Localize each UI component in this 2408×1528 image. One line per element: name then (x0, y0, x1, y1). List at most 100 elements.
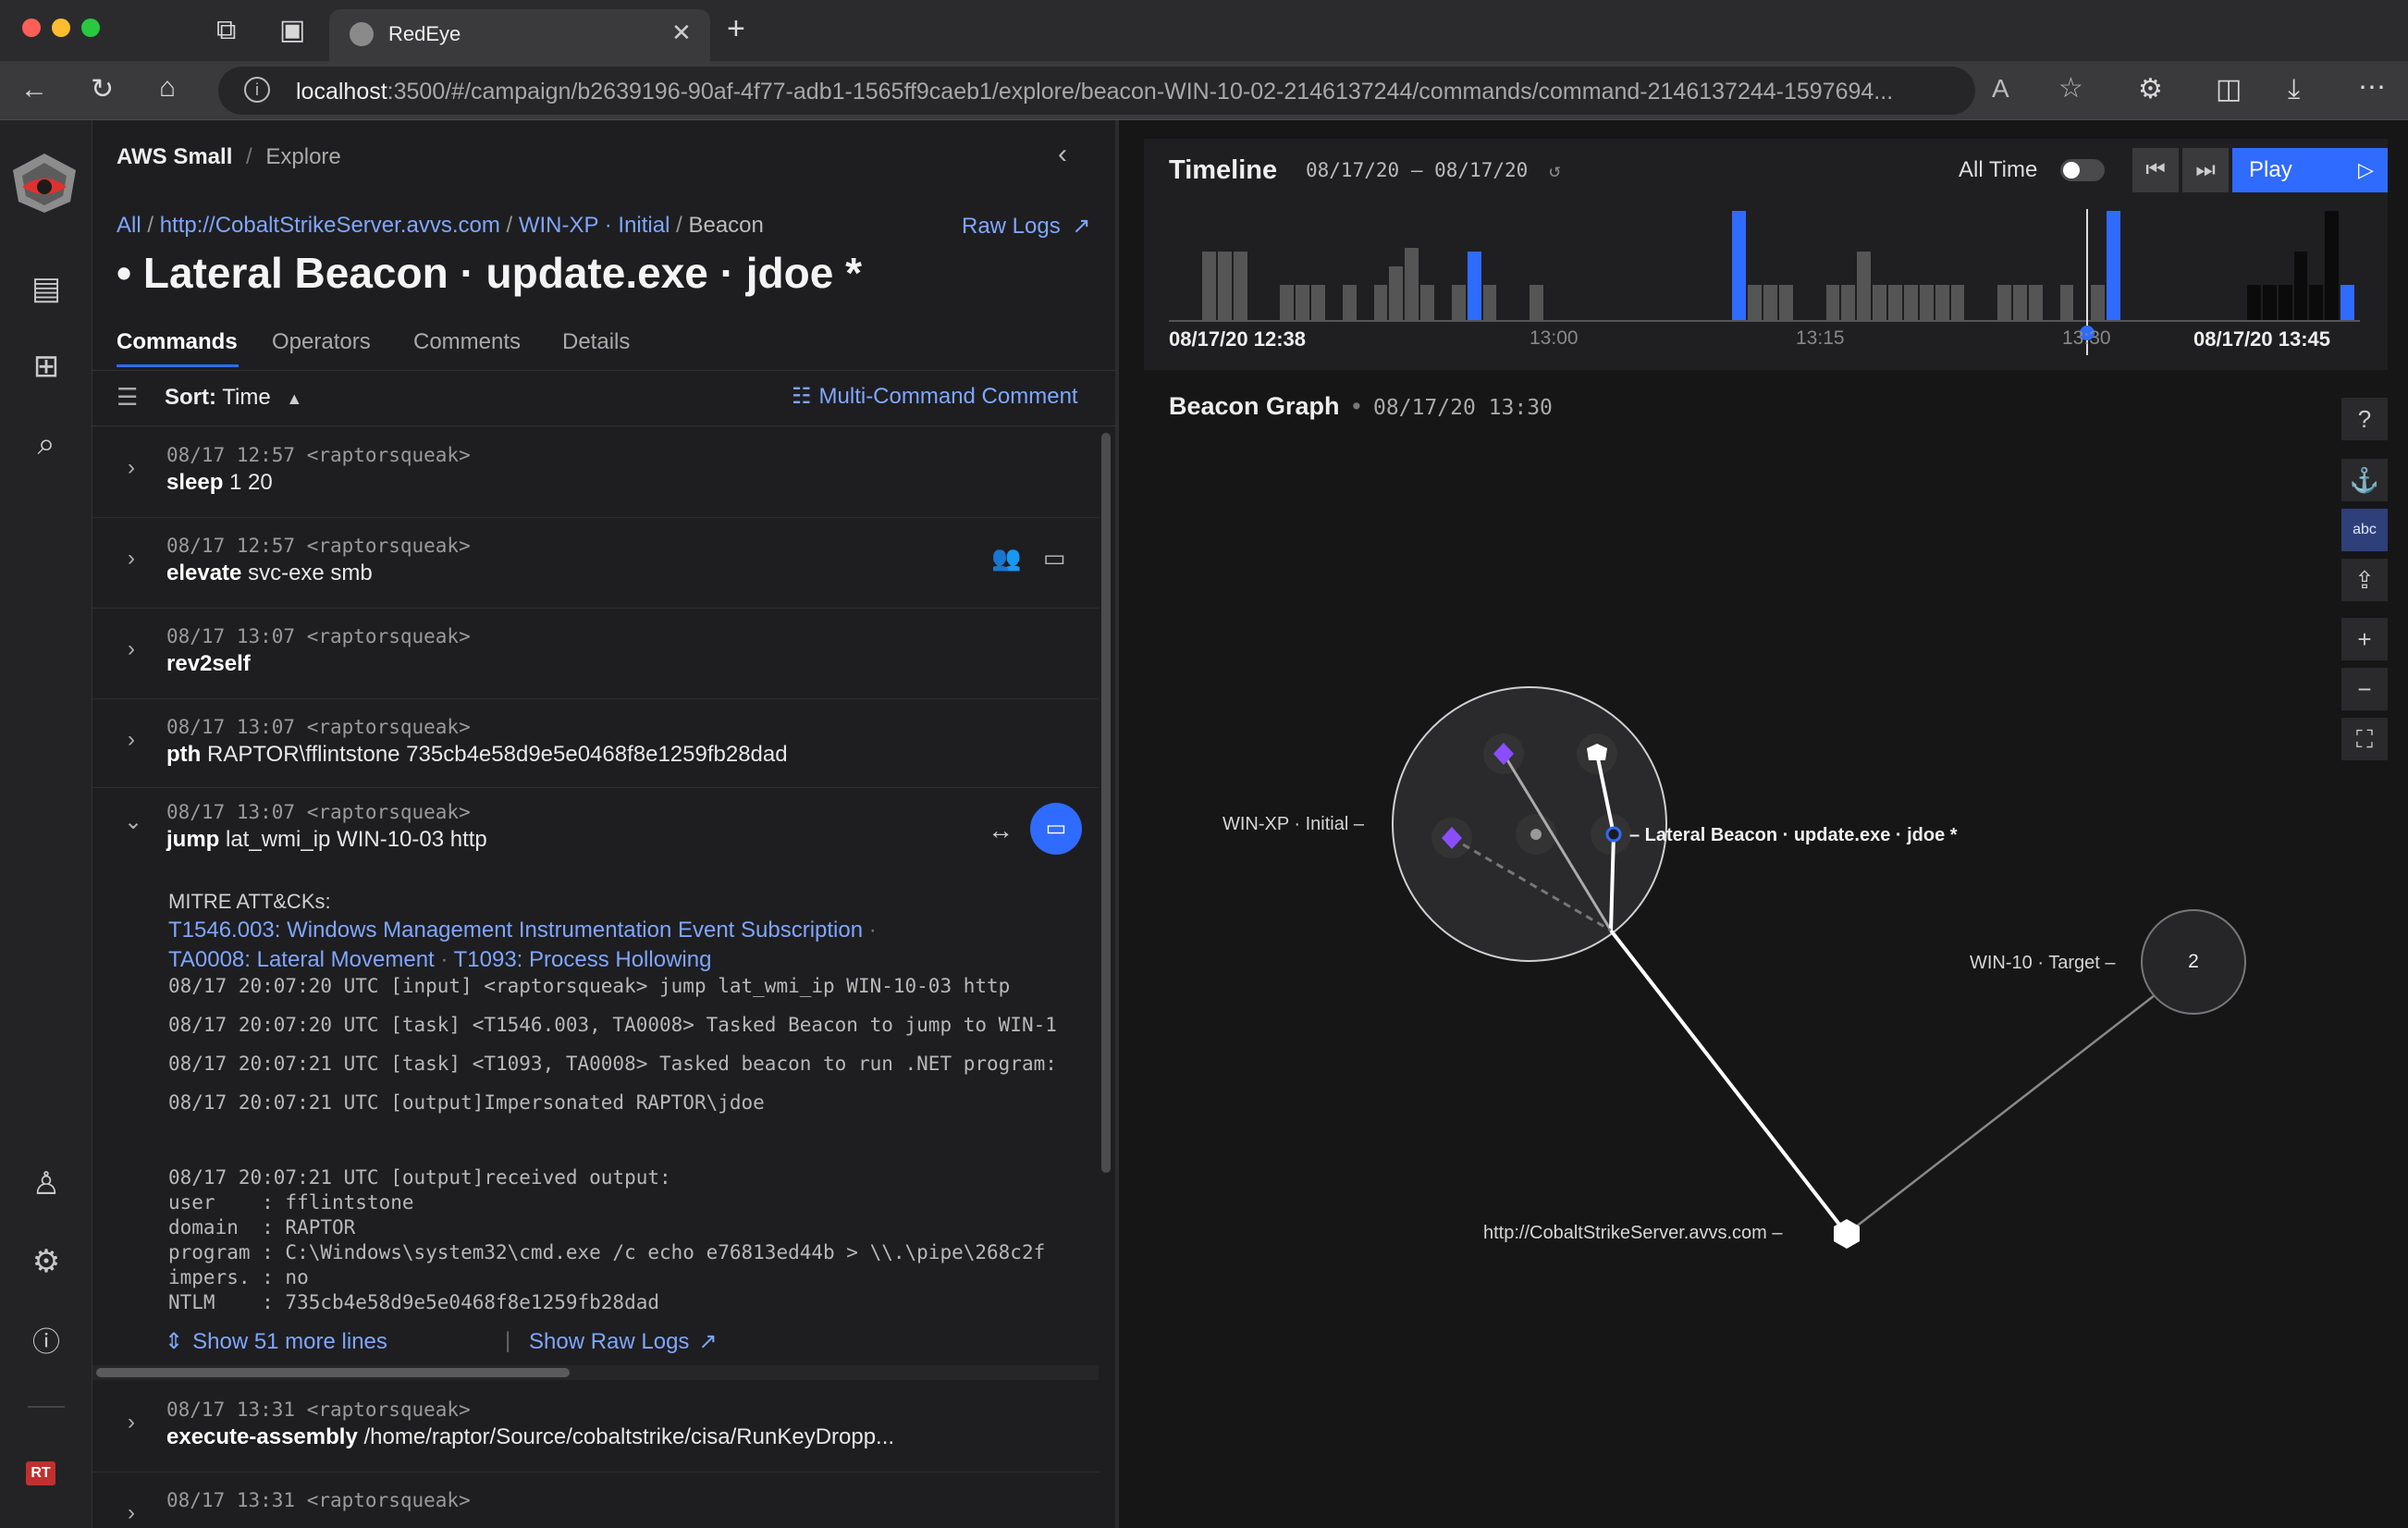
timeline-bar[interactable] (1997, 284, 2011, 320)
toggle-labels-button[interactable]: abc (2341, 509, 2388, 551)
tab-comments[interactable]: Comments (413, 329, 521, 355)
anchor-icon[interactable]: ⚓ (2341, 459, 2388, 501)
tab-actions-icon[interactable]: ▣ (279, 17, 305, 44)
redeye-logo-icon[interactable] (6, 150, 83, 216)
close-window-button[interactable] (22, 18, 41, 37)
selected-beacon-node[interactable] (1605, 826, 1622, 843)
timeline-bar[interactable] (1841, 284, 1856, 320)
timeline-bar[interactable] (1825, 284, 1840, 320)
timeline-bar[interactable] (2091, 284, 2106, 320)
fit-to-screen-icon[interactable]: ⛶ (2341, 718, 2388, 760)
split-screen-icon[interactable]: ◫ (2216, 76, 2242, 104)
breadcrumb-server[interactable]: http://CobaltStrikeServer.avvs.com (160, 213, 500, 238)
list-icon[interactable]: ☰ (117, 383, 138, 412)
timeline-bar[interactable] (1311, 284, 1325, 320)
browser-menu-icon[interactable]: ⋯ (2358, 74, 2386, 102)
expand-chevron-icon[interactable]: › (128, 546, 135, 572)
command-row[interactable]: › 08/17 12:57 <raptorsqueak> sleep 1 20 (92, 427, 1099, 518)
new-tab-icon[interactable]: + (727, 13, 745, 44)
timeline-bar[interactable] (1342, 284, 1357, 320)
timeline-bar[interactable] (2028, 284, 2043, 320)
expand-chevron-icon[interactable]: › (128, 636, 135, 662)
tab-details[interactable]: Details (562, 329, 630, 355)
campaigns-icon[interactable]: ▤ (24, 266, 68, 311)
navigate-to-beacon-icon[interactable]: ↔ (988, 816, 1014, 845)
tab-commands[interactable]: Commands (117, 329, 238, 355)
timeline-bar[interactable] (2059, 284, 2074, 320)
timeline-bar[interactable] (1873, 284, 1887, 320)
timeline-bar[interactable] (2293, 251, 2308, 320)
timeline-bar[interactable] (2262, 284, 2277, 320)
expand-chevron-icon[interactable]: › (128, 1500, 135, 1526)
collapse-panel-icon[interactable]: ‹ (1058, 139, 1067, 170)
minimize-window-button[interactable] (52, 18, 70, 37)
timeline-bar[interactable] (1233, 251, 1247, 320)
step-back-button[interactable]: ⏮ (2132, 148, 2179, 192)
home-icon[interactable]: ⌂ (159, 74, 176, 102)
settings-gear-icon[interactable]: ⚙ (24, 1239, 68, 1284)
presentation-icon[interactable]: ⊞ (24, 344, 68, 388)
timeline-bar[interactable] (2340, 284, 2354, 320)
timeline-bar[interactable] (2246, 284, 2261, 320)
downloads-icon[interactable]: ⤓ (2288, 76, 2300, 104)
search-icon[interactable]: ⌕ (24, 422, 68, 466)
comment-button[interactable]: ▭ (1030, 803, 1082, 855)
timeline-bar[interactable] (1373, 284, 1388, 320)
beacon-node[interactable] (1530, 829, 1542, 840)
timeline-bar[interactable] (1903, 284, 1918, 320)
timeline-bar[interactable] (1530, 284, 1544, 320)
reload-icon[interactable]: ↻ (91, 76, 114, 104)
close-tab-icon[interactable]: ✕ (671, 18, 692, 47)
back-icon[interactable]: ← (20, 76, 48, 104)
breadcrumb-host[interactable]: WIN-XP · Initial (519, 213, 670, 238)
timeline-bar[interactable] (1950, 284, 1965, 320)
operators-icon[interactable]: 👥 (991, 544, 1021, 573)
all-time-toggle[interactable] (2060, 159, 2105, 181)
favorite-star-icon[interactable]: ☆ (2058, 72, 2083, 105)
tab-operators[interactable]: Operators (272, 329, 371, 355)
zoom-out-icon[interactable]: − (2341, 668, 2388, 710)
mitre-t1546-link[interactable]: T1546.003: Windows Management Instrument… (168, 918, 863, 943)
timeline-bar[interactable] (1919, 284, 1934, 320)
timeline-bar[interactable] (1779, 284, 1793, 320)
timeline-bar[interactable] (1202, 251, 1216, 320)
export-icon[interactable]: ⇪ (2341, 559, 2388, 601)
extensions-icon[interactable]: ⚙ (2138, 76, 2163, 104)
horizontal-scrollbar-thumb[interactable] (96, 1368, 570, 1377)
sort-dropdown[interactable]: Sort: Time ▲ (165, 385, 302, 411)
expand-chevron-icon[interactable]: › (128, 455, 135, 481)
expand-chevron-icon[interactable]: › (128, 727, 135, 753)
address-bar[interactable]: i localhost:3500/#/campaign/b2639196-90a… (218, 67, 2083, 115)
timeline-bar[interactable] (1857, 251, 1872, 320)
maximize-window-button[interactable] (81, 18, 100, 37)
timeline-range[interactable]: 08/17/20 – 08/17/20 ↺ (1306, 159, 1561, 181)
timeline-bar[interactable] (1296, 284, 1310, 320)
browser-tab[interactable]: RedEye ✕ (329, 9, 710, 61)
rt-logo-badge[interactable]: RT (26, 1461, 55, 1485)
command-row[interactable]: › 08/17 13:07 <raptorsqueak> pth RAPTOR\… (92, 699, 1099, 788)
workspaces-icon[interactable]: ⧉ (216, 17, 236, 44)
timeline-bar[interactable] (2325, 211, 2340, 320)
site-info-icon[interactable]: i (244, 77, 270, 103)
timeline-bar[interactable] (1748, 284, 1763, 320)
play-button[interactable]: Play ▷ (2232, 148, 2388, 192)
command-row[interactable]: › 08/17 12:57 <raptorsqueak> elevate svc… (92, 518, 1099, 609)
show-raw-logs-link[interactable]: Show Raw Logs ↗ (529, 1328, 718, 1355)
mitre-t1093-link[interactable]: T1093: Process Hollowing (454, 947, 712, 972)
timeline-bar[interactable] (1888, 284, 1902, 320)
beacon-graph[interactable] (1119, 407, 2330, 1332)
command-row[interactable]: › 08/17 13:07 <raptorsqueak> rev2self (92, 609, 1099, 699)
timeline-bar[interactable] (1389, 266, 1404, 320)
mitre-ta0008-link[interactable]: TA0008: Lateral Movement (168, 947, 435, 972)
raw-logs-link[interactable]: Raw Logs ↗ (962, 213, 1091, 240)
breadcrumb-all[interactable]: All (117, 213, 141, 238)
timeline-bar[interactable] (2309, 284, 2324, 320)
command-row[interactable]: › 08/17 13:31 <raptorsqueak> (92, 1473, 1099, 1528)
timeline-bar[interactable] (2012, 284, 2027, 320)
reset-range-icon[interactable]: ↺ (1549, 159, 1561, 181)
timeline-bar[interactable] (1280, 284, 1295, 320)
timeline-histogram[interactable] (1202, 209, 2356, 320)
vertical-scrollbar-thumb[interactable] (1101, 433, 1111, 1173)
collapse-chevron-icon[interactable]: ⌄ (124, 808, 142, 835)
graph-help-icon[interactable]: ? (2341, 398, 2388, 440)
